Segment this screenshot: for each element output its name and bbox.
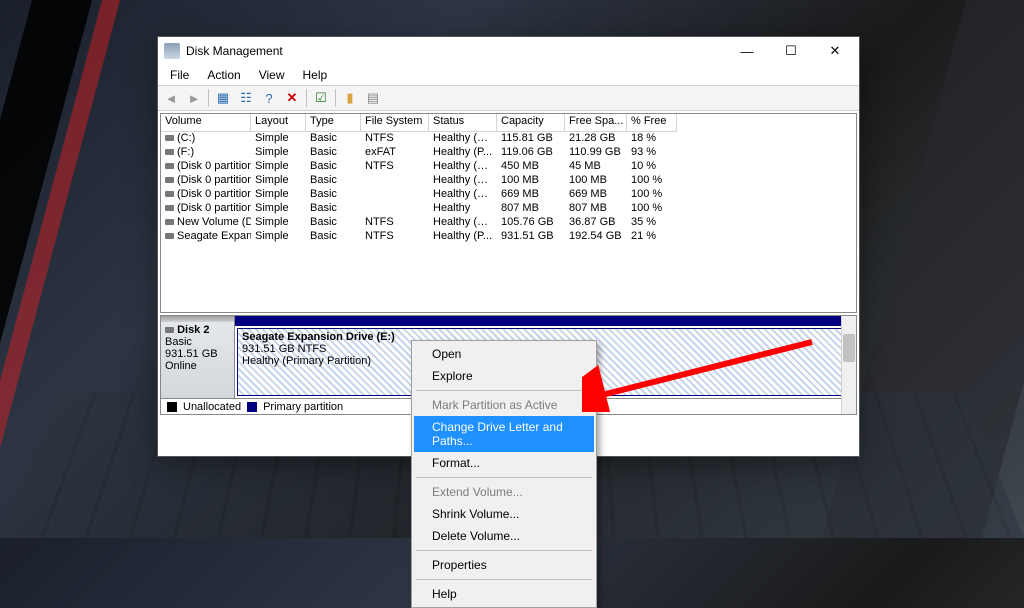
window-title: Disk Management bbox=[186, 44, 725, 58]
close-button[interactable]: ✕ bbox=[813, 37, 857, 65]
forward-button[interactable]: ► bbox=[183, 87, 205, 109]
table-row[interactable]: Seagate Expansion...SimpleBasicNTFSHealt… bbox=[161, 230, 856, 244]
col-layout[interactable]: Layout bbox=[251, 114, 306, 132]
ctx-open[interactable]: Open bbox=[414, 343, 594, 365]
ctx-change-letter[interactable]: Change Drive Letter and Paths... bbox=[414, 416, 594, 452]
col-volume[interactable]: Volume bbox=[161, 114, 251, 132]
menu-action[interactable]: Action bbox=[199, 66, 248, 84]
table-row[interactable]: (C:)SimpleBasicNTFSHealthy (B...115.81 G… bbox=[161, 132, 856, 146]
scrollbar[interactable] bbox=[841, 316, 856, 414]
menu-view[interactable]: View bbox=[251, 66, 293, 84]
folder-icon[interactable]: ▮ bbox=[339, 87, 361, 109]
check-icon[interactable]: ☑ bbox=[310, 87, 332, 109]
col-capacity[interactable]: Capacity bbox=[497, 114, 565, 132]
menubar: File Action View Help bbox=[158, 65, 859, 85]
disk-label: Disk 2 bbox=[177, 324, 209, 336]
volume-list[interactable]: Volume Layout Type File System Status Ca… bbox=[160, 113, 857, 313]
col-filesystem[interactable]: File System bbox=[361, 114, 429, 132]
ctx-mark-active: Mark Partition as Active bbox=[414, 394, 594, 416]
toolbar: ◄ ► ▦ ☷ ? ✕ ☑ ▮ ▤ bbox=[158, 85, 859, 111]
legend-primary: Primary partition bbox=[263, 401, 343, 413]
minimize-button[interactable]: — bbox=[725, 37, 769, 65]
col-status[interactable]: Status bbox=[429, 114, 497, 132]
ctx-format[interactable]: Format... bbox=[414, 452, 594, 474]
disk-state: Online bbox=[165, 360, 230, 372]
table-row[interactable]: (Disk 0 partition 2)SimpleBasicHealthy (… bbox=[161, 174, 856, 188]
ctx-explore[interactable]: Explore bbox=[414, 365, 594, 387]
swatch-primary-icon bbox=[247, 402, 257, 412]
app-icon bbox=[164, 43, 180, 59]
table-row[interactable]: (Disk 0 partition 6)SimpleBasicHealthy 8… bbox=[161, 202, 856, 216]
titlebar[interactable]: Disk Management — ☐ ✕ bbox=[158, 37, 859, 65]
context-menu: Open Explore Mark Partition as Active Ch… bbox=[411, 340, 597, 608]
col-pctfree[interactable]: % Free bbox=[627, 114, 677, 132]
disk-kind: Basic bbox=[165, 336, 230, 348]
col-type[interactable]: Type bbox=[306, 114, 361, 132]
table-row[interactable]: New Volume (D:)SimpleBasicNTFSHealthy (B… bbox=[161, 216, 856, 230]
swatch-unallocated-icon bbox=[167, 402, 177, 412]
disk-info[interactable]: Disk 2 Basic 931.51 GB Online bbox=[161, 316, 235, 398]
delete-icon[interactable]: ✕ bbox=[281, 87, 303, 109]
menu-help[interactable]: Help bbox=[295, 66, 336, 84]
table-row[interactable]: (Disk 0 partition 1)SimpleBasicNTFSHealt… bbox=[161, 160, 856, 174]
scrollbar-thumb[interactable] bbox=[843, 334, 855, 362]
ctx-delete[interactable]: Delete Volume... bbox=[414, 525, 594, 547]
maximize-button[interactable]: ☐ bbox=[769, 37, 813, 65]
table-row[interactable]: (F:)SimpleBasicexFATHealthy (P...119.06 … bbox=[161, 146, 856, 160]
properties-icon[interactable]: ☷ bbox=[235, 87, 257, 109]
help-icon[interactable]: ? bbox=[258, 87, 280, 109]
back-button[interactable]: ◄ bbox=[160, 87, 182, 109]
column-headers[interactable]: Volume Layout Type File System Status Ca… bbox=[161, 114, 856, 132]
ctx-help[interactable]: Help bbox=[414, 583, 594, 605]
show-hide-tree-icon[interactable]: ▦ bbox=[212, 87, 234, 109]
list-icon[interactable]: ▤ bbox=[362, 87, 384, 109]
menu-file[interactable]: File bbox=[162, 66, 197, 84]
ctx-properties[interactable]: Properties bbox=[414, 554, 594, 576]
ctx-shrink[interactable]: Shrink Volume... bbox=[414, 503, 594, 525]
legend-unallocated: Unallocated bbox=[183, 401, 241, 413]
disk-size: 931.51 GB bbox=[165, 348, 230, 360]
col-freespace[interactable]: Free Spa... bbox=[565, 114, 627, 132]
ctx-extend: Extend Volume... bbox=[414, 481, 594, 503]
table-row[interactable]: (Disk 0 partition 5)SimpleBasicHealthy (… bbox=[161, 188, 856, 202]
